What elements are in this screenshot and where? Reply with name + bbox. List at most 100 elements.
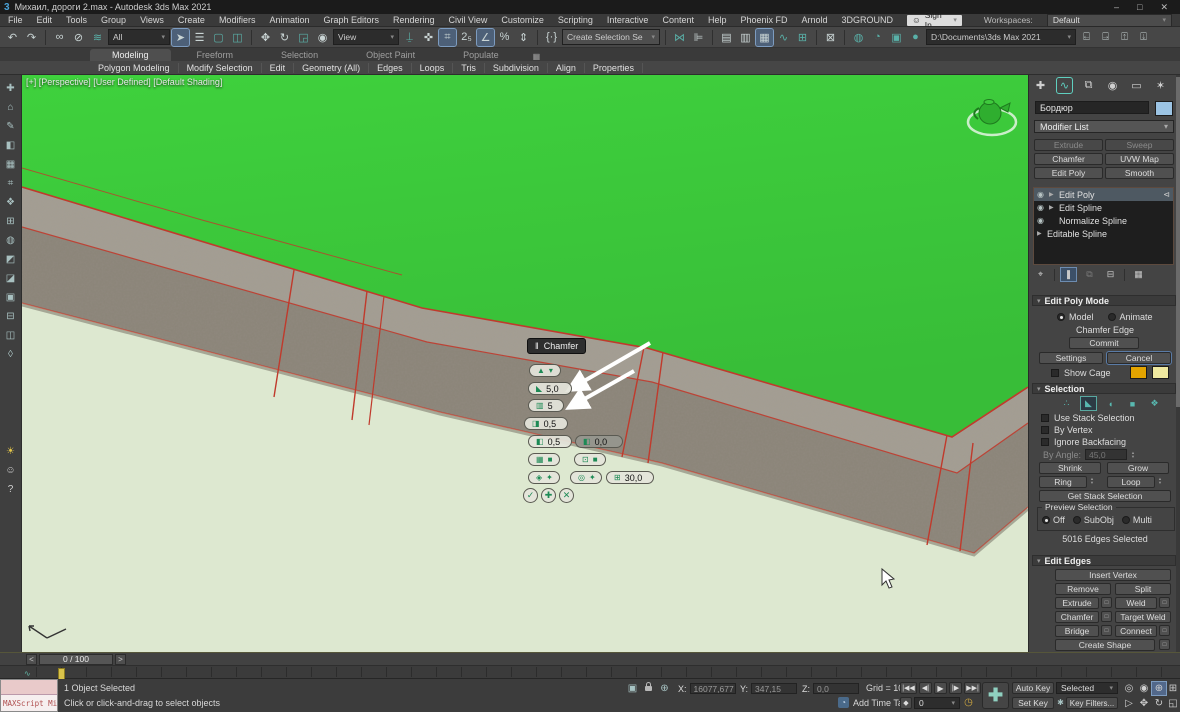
- use-stack-selection-row[interactable]: Use Stack Selection: [1041, 413, 1135, 423]
- create-shape-button[interactable]: Create Shape: [1055, 639, 1155, 651]
- zoom-extents-icon[interactable]: ⊕: [1152, 682, 1166, 695]
- utilities-tab-icon[interactable]: ✶: [1153, 78, 1168, 93]
- mini-curve-editor-icon[interactable]: ∿: [24, 669, 31, 678]
- angle-snap-icon[interactable]: ∠: [477, 29, 494, 46]
- ribbon-edit[interactable]: Edit: [262, 63, 295, 73]
- motion-tab-icon[interactable]: ◉: [1105, 78, 1120, 93]
- stack-row-normalize-spline[interactable]: ◉ Normalize Spline: [1034, 214, 1173, 227]
- isolate-selection-icon[interactable]: ▣: [626, 682, 639, 695]
- caddy-smooth-type-toggle[interactable]: ◎ ✦: [570, 471, 602, 484]
- ribbon-display-dropdown-icon[interactable]: ▦: [525, 52, 549, 61]
- caddy-apply-button[interactable]: ✚: [541, 488, 556, 503]
- key-filters-button[interactable]: Key Filters...: [1066, 697, 1118, 709]
- caddy-depth-field[interactable]: ◨ 0,5: [524, 417, 568, 430]
- import-file-icon[interactable]: ⍗: [1135, 29, 1152, 46]
- bridge-settings-icon[interactable]: □: [1101, 625, 1112, 636]
- menu-civil-view[interactable]: Civil View: [449, 15, 488, 25]
- tab-object-paint[interactable]: Object Paint: [344, 49, 437, 61]
- menu-create[interactable]: Create: [178, 15, 205, 25]
- caddy-chamfer-type-dropdown[interactable]: ▲ ▾: [529, 364, 561, 377]
- chamfer-modifier-button[interactable]: Chamfer: [1034, 153, 1103, 165]
- window-crossing-icon[interactable]: ◫: [229, 29, 246, 46]
- rectangular-selection-region-icon[interactable]: ▢: [210, 29, 227, 46]
- make-unique-icon[interactable]: ⧉: [1082, 268, 1097, 281]
- remove-button[interactable]: Remove: [1055, 583, 1111, 595]
- x-coordinate-field[interactable]: 16077,677: [690, 683, 736, 694]
- left-toolbar-icon-3[interactable]: ✎: [3, 119, 18, 133]
- chamfer-button[interactable]: Chamfer: [1055, 611, 1099, 623]
- add-time-tag[interactable]: ◔ Add Time Tag: [838, 697, 908, 708]
- xview-icon[interactable]: ⊠: [822, 29, 839, 46]
- connect-button[interactable]: Connect: [1115, 625, 1157, 637]
- ribbon-edges[interactable]: Edges: [369, 63, 412, 73]
- commit-button[interactable]: Commit: [1069, 337, 1139, 349]
- left-toolbar-icon-1[interactable]: ✚: [3, 81, 18, 95]
- edit-poly-modifier-button[interactable]: Edit Poly: [1034, 167, 1103, 179]
- bind-to-space-warp-icon[interactable]: ≋: [89, 29, 106, 46]
- toggle-ribbon-icon[interactable]: ▦: [756, 29, 773, 46]
- chamfer-settings-icon[interactable]: □: [1101, 611, 1112, 622]
- left-toolbar-icon-9[interactable]: ◍: [3, 233, 18, 247]
- curve-editor-icon[interactable]: ∿: [775, 29, 792, 46]
- use-pivot-point-center-icon[interactable]: ⍊: [401, 29, 418, 46]
- display-tab-icon[interactable]: ▭: [1129, 78, 1144, 93]
- toggle-layer-explorer-icon[interactable]: ▤: [718, 29, 735, 46]
- menu-3dground[interactable]: 3DGROUND: [842, 15, 894, 25]
- maximize-viewport-toggle-icon[interactable]: ◱: [1166, 697, 1180, 710]
- menu-views[interactable]: Views: [140, 15, 164, 25]
- previous-frame-button[interactable]: <: [26, 654, 37, 665]
- visibility-eye-icon[interactable]: ◉: [1037, 216, 1046, 225]
- visibility-eye-icon[interactable]: ◉: [1037, 190, 1046, 199]
- ignore-backfacing-row[interactable]: Ignore Backfacing: [1041, 437, 1126, 447]
- caddy-invert-toggle[interactable]: ⊡ ■: [574, 453, 606, 466]
- cage-selected-color-swatch[interactable]: [1152, 366, 1169, 379]
- perspective-viewport[interactable]: [+] [Perspective] [User Defined] [Defaul…: [22, 75, 1028, 652]
- pan-icon[interactable]: ✥: [1137, 697, 1151, 710]
- caddy-inset-field[interactable]: ◧ 0,5: [528, 435, 572, 448]
- select-and-link-icon[interactable]: ∞: [51, 29, 68, 46]
- go-to-start-button[interactable]: |◀◀: [900, 682, 917, 694]
- weld-settings-icon[interactable]: □: [1159, 597, 1170, 608]
- menu-arnold[interactable]: Arnold: [802, 15, 828, 25]
- left-toolbar-icon-5[interactable]: ▦: [3, 157, 18, 171]
- percent-snap-icon[interactable]: %: [496, 29, 513, 46]
- left-toolbar-icon-11[interactable]: ◪: [3, 271, 18, 285]
- rollout-edit-poly-mode[interactable]: Edit Poly Mode: [1032, 295, 1176, 306]
- select-object-icon[interactable]: ➤: [172, 29, 189, 46]
- ribbon-tris[interactable]: Tris: [453, 63, 485, 73]
- render-production-icon[interactable]: ●: [907, 29, 924, 46]
- rollout-edit-edges[interactable]: Edit Edges: [1032, 555, 1176, 566]
- border-subobject-icon[interactable]: ◖: [1103, 397, 1118, 410]
- previous-frame-playback-button[interactable]: ◀|: [919, 682, 932, 694]
- preview-off-radio[interactable]: Off: [1042, 515, 1065, 525]
- show-cage-checkbox[interactable]: [1051, 369, 1059, 377]
- left-toolbar-help-icon[interactable]: ?: [3, 482, 18, 496]
- show-end-result-icon[interactable]: ❚: [1061, 268, 1076, 281]
- save-file-icon[interactable]: ⍐: [1116, 29, 1133, 46]
- orbit-icon[interactable]: ↻: [1152, 697, 1166, 710]
- menu-interactive[interactable]: Interactive: [607, 15, 649, 25]
- tab-selection[interactable]: Selection: [259, 49, 340, 61]
- stack-row-editable-spline[interactable]: ▶ Editable Spline: [1034, 227, 1173, 240]
- toggle-scene-explorer-icon[interactable]: ▥: [737, 29, 754, 46]
- menu-tools[interactable]: Tools: [66, 15, 87, 25]
- ring-button[interactable]: Ring: [1039, 476, 1087, 488]
- undo-icon[interactable]: ↶: [4, 29, 21, 46]
- ribbon-loops[interactable]: Loops: [412, 63, 454, 73]
- select-and-manipulate-icon[interactable]: ✜: [420, 29, 437, 46]
- set-keys-button[interactable]: ✚: [982, 682, 1009, 709]
- selection-filter-dropdown[interactable]: All: [108, 29, 170, 45]
- vertex-subobject-icon[interactable]: ∴: [1059, 397, 1074, 410]
- left-toolbar-icon-13[interactable]: ⊟: [3, 309, 18, 323]
- field-of-view-icon[interactable]: ▷: [1122, 697, 1136, 710]
- cage-color-swatch[interactable]: [1130, 366, 1147, 379]
- left-toolbar-icon-2[interactable]: ⌂: [3, 100, 18, 114]
- ring-spinner[interactable]: ▲▼: [1090, 477, 1094, 485]
- menu-animation[interactable]: Animation: [269, 15, 309, 25]
- schematic-view-icon[interactable]: ⊞: [794, 29, 811, 46]
- target-weld-button[interactable]: Target Weld: [1115, 611, 1171, 623]
- track-bar[interactable]: ∿: [0, 665, 1180, 679]
- menu-edit[interactable]: Edit: [37, 15, 53, 25]
- caddy-amount-field[interactable]: ◣ 5,0: [528, 382, 572, 395]
- zoom-icon[interactable]: ◎: [1122, 682, 1136, 695]
